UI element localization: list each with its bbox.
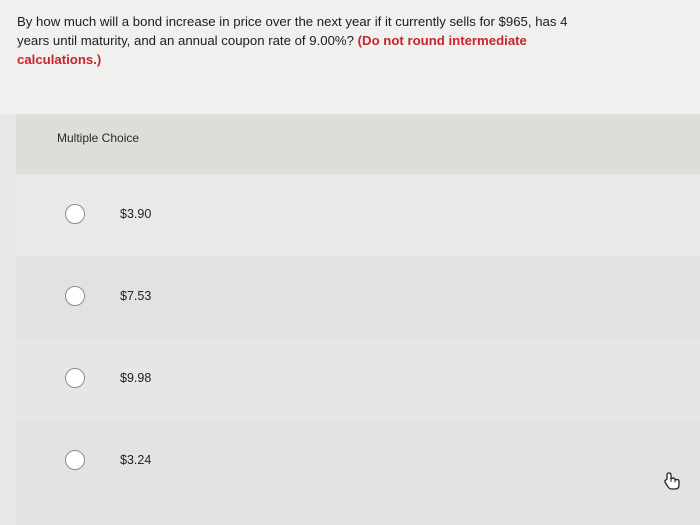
choice-label: $3.90 <box>120 207 152 221</box>
question-prompt: By how much will a bond increase in pric… <box>0 0 700 114</box>
multiple-choice-title: Multiple Choice <box>57 131 140 145</box>
choice-option-3[interactable]: $9.98 <box>16 338 700 420</box>
choice-option-1[interactable]: $3.90 <box>16 174 700 256</box>
question-text-block: By how much will a bond increase in pric… <box>17 12 577 69</box>
hand-pointer-icon <box>662 470 684 492</box>
choice-option-2[interactable]: $7.53 <box>16 256 700 338</box>
choice-label: $3.24 <box>120 453 152 467</box>
radio-button-icon[interactable] <box>65 204 85 224</box>
multiple-choice-header: Multiple Choice <box>16 114 700 174</box>
multiple-choice-panel: Multiple Choice $3.90 $7.53 $9.98 $3.24 <box>16 114 700 525</box>
choice-label: $9.98 <box>120 371 152 385</box>
choice-label: $7.53 <box>120 289 152 303</box>
radio-button-icon[interactable] <box>65 286 85 306</box>
radio-button-icon[interactable] <box>65 450 85 470</box>
radio-button-icon[interactable] <box>65 368 85 388</box>
choice-option-4[interactable]: $3.24 <box>16 420 700 525</box>
